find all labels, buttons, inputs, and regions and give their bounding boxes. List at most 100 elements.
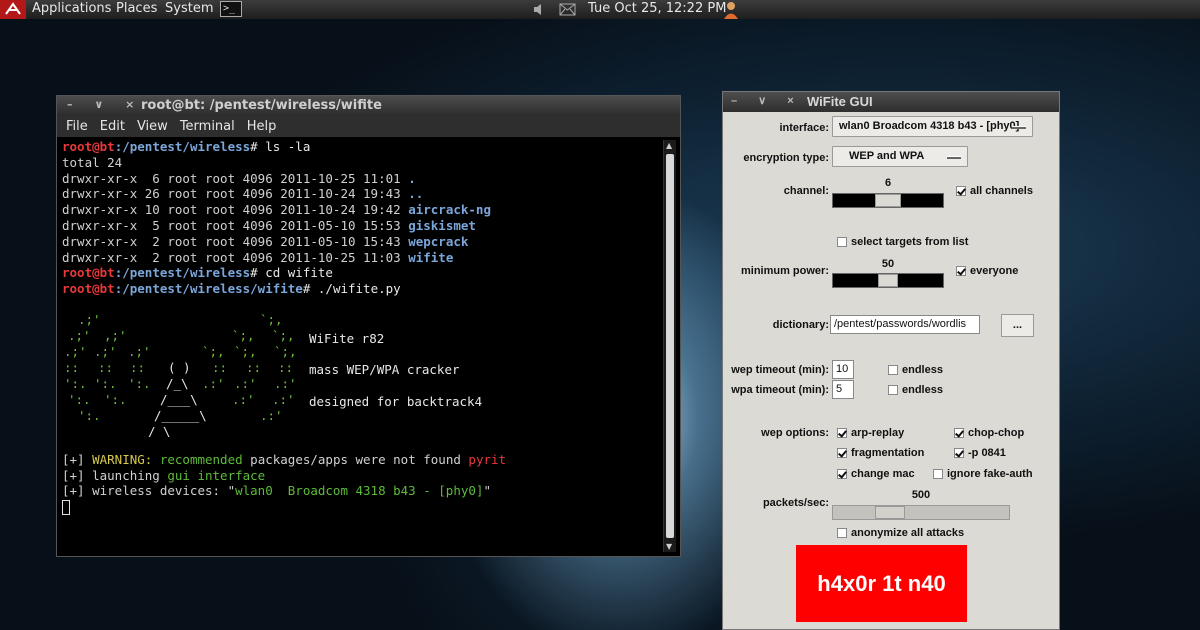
browse-button[interactable]: ... [1001,314,1034,337]
backtrack-logo-icon[interactable] [0,0,26,19]
window-controls[interactable]: – ∨ × [67,98,143,111]
wpa-endless-checkbox[interactable]: endless [888,384,943,396]
svg-text:':.: ':. [78,408,101,423]
checkbox-icon[interactable] [933,469,943,479]
change-mac-checkbox[interactable]: change mac [837,468,915,480]
dropdown-indicator-icon [947,156,961,159]
checkbox-label: select targets from list [851,236,969,248]
svg-text:`;,: `;, [260,313,283,327]
checkbox-icon[interactable] [837,469,847,479]
warning-line: [+] WARNING: recommended packages/apps w… [62,451,507,467]
checkbox-icon[interactable] [837,528,847,538]
svg-text:':.: ':. [104,392,127,407]
chop-chop-checkbox[interactable]: chop-chop [954,427,1024,439]
menu-help[interactable]: Help [247,116,277,137]
svg-text:`;,: `;, [274,344,297,359]
terminal-titlebar[interactable]: – ∨ × root@bt: /pentest/wireless/wifite [57,96,680,116]
checkbox-label: chop-chop [968,427,1025,439]
svg-text:.;': .;' [128,344,151,359]
menu-file[interactable]: File [66,116,88,137]
arp-replay-checkbox[interactable]: arp-replay [837,427,904,439]
p0841-checkbox[interactable]: -p 0841 [954,447,1006,459]
slider-knob[interactable] [878,274,898,287]
interface-dropdown[interactable]: wlan0 Broadcom 4318 b43 - [phy0] [832,116,1033,137]
wep-endless-checkbox[interactable]: endless [888,364,943,376]
svg-text:.;': .;' [68,328,91,343]
checkbox-icon[interactable] [888,385,898,395]
terminal-title: root@bt: /pentest/wireless/wifite [141,98,382,113]
checkbox-icon[interactable] [956,186,966,196]
min-power-slider[interactable] [832,273,944,288]
ls-row: drwxr-xr-x 2 root root 4096 2011-10-25 1… [62,249,454,265]
cursor-line [62,499,661,516]
svg-text:,;': ,;' [104,328,127,343]
wep-timeout-label: wep timeout (min): [731,364,829,376]
scroll-up-icon[interactable]: ▲ [666,141,672,150]
checkbox-icon[interactable] [837,448,847,458]
menu-applications[interactable]: Applications [32,0,111,17]
svg-text:::: :: [64,360,79,375]
checkbox-icon[interactable] [954,428,964,438]
ls-row: drwxr-xr-x 2 root root 4096 2011-05-10 1… [62,233,469,249]
checkbox-label: all channels [970,185,1033,197]
checkbox-icon[interactable] [956,266,966,276]
svg-text:/___\: /___\ [160,392,198,407]
svg-text:.:': .:' [232,392,255,407]
channel-slider[interactable] [832,193,944,208]
interface-value: wlan0 Broadcom 4318 b43 - [phy0] [839,120,1020,132]
everyone-checkbox[interactable]: everyone [956,265,1018,277]
slider-knob[interactable] [875,506,905,519]
dictionary-field[interactable]: /pentest/passwords/wordlis [830,315,980,334]
wpa-timeout-field[interactable]: 5 [832,380,854,399]
scroll-down-icon[interactable]: ▼ [666,542,672,551]
svg-text:.;': .;' [64,344,87,359]
network-icon[interactable] [559,3,576,16]
anonymize-checkbox[interactable]: anonymize all attacks [837,527,964,539]
wifite-titlebar[interactable]: – ∨ × WiFite GUI [723,92,1059,112]
menu-system[interactable]: System [165,0,213,17]
select-targets-checkbox[interactable]: select targets from list [837,236,968,248]
menu-edit[interactable]: Edit [100,116,125,137]
svg-text:.:': .:' [274,376,297,391]
clock[interactable]: Tue Oct 25, 12:22 PM [588,0,726,17]
terminal-scrollbar[interactable]: ▲ ▼ [663,140,676,552]
terminal-window[interactable]: – ∨ × root@bt: /pentest/wireless/wifite … [56,95,681,557]
menu-terminal[interactable]: Terminal [180,116,235,137]
banner-tagline: designed for backtrack4 [309,393,483,409]
channel-value: 6 [884,177,892,189]
wifite-banner: .;' `;, .;' ,;' `;, `;, .;' .;' .;' `;, `;, `;, :… [62,313,661,437]
svg-text:/_\: /_\ [166,376,189,391]
checkbox-icon[interactable] [888,365,898,375]
banner-title: WiFite r82 [309,330,385,346]
wifite-gui-window[interactable]: – ∨ × WiFite GUI interface: wlan0 Broadc… [722,91,1060,630]
window-controls[interactable]: – ∨ × [731,94,803,107]
terminal-output[interactable]: root@bt:/pentest/wireless# ls -la total 2… [59,138,664,556]
menu-places[interactable]: Places [116,0,157,17]
scrollbar-thumb[interactable] [666,154,674,538]
all-channels-checkbox[interactable]: all channels [956,185,1033,197]
top-panel: Applications Places System >_ Tue Oct 25… [0,0,1200,19]
wifi-antenna-art-icon: .;' `;, .;' ,;' `;, `;, .;' .;' .;' `;, `;, `;, :… [64,313,297,437]
checkbox-label: ignore fake-auth [947,468,1033,480]
svg-text:( ): ( ) [168,360,191,375]
fragmentation-checkbox[interactable]: fragmentation [837,447,924,459]
packets-slider[interactable] [832,505,1010,520]
terminal-launcher-icon[interactable]: >_ [220,1,242,17]
start-attack-button[interactable]: h4x0r 1t n40 [796,545,967,622]
encryption-dropdown[interactable]: WEP and WPA [832,146,968,167]
volume-icon[interactable] [533,3,545,16]
user-icon[interactable] [722,0,740,19]
dropdown-indicator-icon [1012,126,1026,129]
prompt-line: root@bt:/pentest/wireless/wifite# ./wifi… [62,281,401,297]
checkbox-icon[interactable] [837,237,847,247]
checkbox-label: everyone [970,265,1019,277]
devices-line: [+] wireless devices: "wlan0 Broadcom 43… [62,483,491,499]
checkbox-icon[interactable] [954,448,964,458]
checkbox-icon[interactable] [837,428,847,438]
slider-knob[interactable] [875,194,901,207]
ignore-fake-auth-checkbox[interactable]: ignore fake-auth [933,468,1033,480]
wep-timeout-field[interactable]: 10 [832,360,854,379]
menu-view[interactable]: View [137,116,168,137]
encryption-value: WEP and WPA [849,150,925,162]
svg-text:.:': .:' [272,392,295,407]
